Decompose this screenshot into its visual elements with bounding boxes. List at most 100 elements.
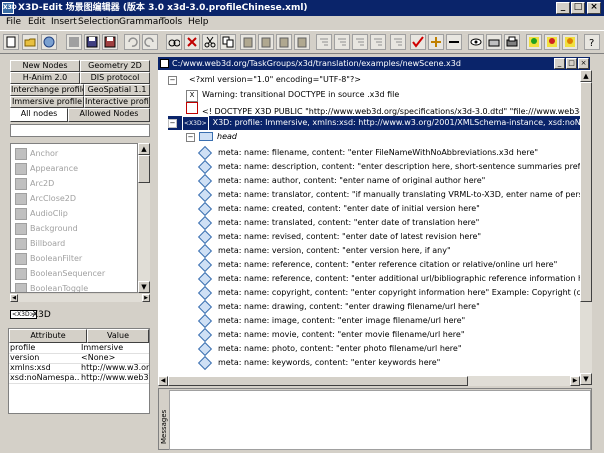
tree-node-meta[interactable]: meta: name: reference, content: "enter r…	[197, 257, 557, 272]
tree-node-meta[interactable]: meta: name: copyright, content: "enter c…	[197, 285, 580, 300]
scissors-icon[interactable]	[202, 34, 218, 50]
tab-all-nodes[interactable]: All nodes	[10, 108, 68, 122]
list-item[interactable]: ArcClose2D	[15, 192, 76, 206]
tree-node-meta[interactable]: meta: name: version, content: "enter ver…	[197, 243, 451, 258]
node-list-scrollbar[interactable]: ▲ ▼	[138, 143, 150, 293]
tree-node-meta[interactable]: meta: name: photo, content: "enter photo…	[197, 341, 462, 356]
tree-move-down-icon[interactable]	[370, 34, 386, 50]
validate-check-icon[interactable]	[410, 34, 426, 50]
scroll-up-icon[interactable]: ▲	[580, 70, 592, 82]
x3d-logo-icon[interactable]	[41, 34, 57, 50]
list-item[interactable]: Arc2D	[15, 177, 54, 191]
node-list-hscrollbar[interactable]: ◀ ▶	[10, 294, 150, 302]
tree-scrollbar[interactable]: ▲ ▼	[580, 70, 592, 385]
copy-icon[interactable]	[220, 34, 236, 50]
open-folder-icon[interactable]	[22, 34, 38, 50]
tree-node-meta[interactable]: meta: name: description, content: "enter…	[197, 159, 580, 174]
tree-indent-icon[interactable]	[390, 34, 406, 50]
tab-interactive-profile[interactable]: Interactive profile	[84, 96, 150, 108]
bulb-green-icon[interactable]	[526, 34, 542, 50]
scroll-thumb[interactable]	[168, 376, 468, 386]
close-button[interactable]: ×	[587, 2, 601, 14]
paste-after-icon[interactable]	[276, 34, 292, 50]
tree-node-meta[interactable]: meta: name: drawing, content: "enter dra…	[197, 299, 480, 314]
new-file-icon[interactable]	[3, 34, 19, 50]
scroll-down-icon[interactable]: ▼	[138, 281, 150, 293]
scroll-thumb[interactable]	[138, 155, 150, 183]
doc-close-button[interactable]: ×	[578, 58, 589, 69]
collapse-icon[interactable]: −	[186, 133, 195, 142]
doc-maximize-button[interactable]: □	[566, 58, 577, 69]
list-item[interactable]: Billboard	[15, 237, 65, 251]
tree-node-meta[interactable]: meta: name: image, content: "enter image…	[197, 313, 465, 328]
tab-interchange-profile[interactable]: Interchange profile	[10, 84, 84, 96]
view-eye-icon[interactable]	[468, 34, 484, 50]
tab-immersive-profile[interactable]: Immersive profile	[10, 96, 84, 108]
collapse-icon[interactable]: −	[168, 119, 177, 128]
disabled-icon[interactable]	[66, 34, 82, 50]
tab-geometry-2d[interactable]: Geometry 2D	[80, 60, 150, 72]
scene-tree[interactable]: − <?xml version="1.0" encoding="UTF-8"?> …	[158, 70, 580, 385]
scroll-right-icon[interactable]: ▶	[142, 294, 150, 302]
tree-node-meta[interactable]: meta: name: translated, content: "enter …	[197, 215, 479, 230]
menu-insert[interactable]: Insert	[51, 17, 77, 27]
tree-collapse-icon[interactable]	[334, 34, 350, 50]
menu-file[interactable]: File	[6, 17, 21, 27]
tab-h-anim[interactable]: H-Anim 2.0	[10, 72, 80, 84]
menu-help[interactable]: Help	[188, 17, 209, 27]
tree-node-meta[interactable]: meta: name: translator, content: "if man…	[197, 187, 580, 202]
scroll-left-icon[interactable]: ◀	[10, 294, 18, 302]
tree-node-meta[interactable]: meta: name: filename, content: "enter Fi…	[197, 145, 538, 160]
tab-allowed-nodes[interactable]: Allowed Nodes	[68, 108, 150, 122]
scroll-thumb[interactable]	[580, 82, 592, 302]
print-preview-icon[interactable]	[486, 34, 502, 50]
list-item[interactable]: BooleanToggle	[15, 282, 88, 292]
menu-tools[interactable]: Tools	[160, 17, 182, 27]
tree-node-meta[interactable]: meta: name: revised, content: "enter dat…	[197, 229, 481, 244]
help-icon[interactable]: ?	[584, 34, 600, 50]
save-all-icon[interactable]	[102, 34, 118, 50]
node-filter-input[interactable]	[10, 124, 150, 137]
tree-node-x3d[interactable]: − <X3D> X3D: profile: Immersive, xmlns:xsd…	[168, 116, 580, 132]
tree-node-head[interactable]: − head	[186, 130, 237, 144]
paste-into-icon[interactable]	[294, 34, 310, 50]
remove-minus-icon[interactable]	[446, 34, 462, 50]
list-item[interactable]: Appearance	[15, 162, 78, 176]
list-item[interactable]: Background	[15, 222, 78, 236]
tree-node-meta[interactable]: meta: name: created, content: "enter dat…	[197, 201, 480, 216]
minimize-button[interactable]: _	[556, 2, 570, 14]
maximize-button[interactable]: □	[571, 2, 585, 14]
tab-new-nodes[interactable]: New Nodes	[10, 60, 80, 72]
list-item[interactable]: BooleanSequencer	[15, 267, 105, 281]
bulb-red-icon[interactable]	[544, 34, 560, 50]
node-list[interactable]: Anchor Appearance Arc2D ArcClose2D Audio…	[10, 143, 138, 293]
print-icon[interactable]	[504, 34, 520, 50]
cut-icon[interactable]	[184, 34, 200, 50]
tree-node-meta[interactable]: meta: name: keywords, content: "enter ke…	[197, 355, 440, 370]
table-row[interactable]: xsd:noNamespa... http://www.web3d...	[9, 373, 149, 384]
doc-minimize-button[interactable]: _	[554, 58, 565, 69]
menu-grammar[interactable]: Grammar	[119, 17, 162, 27]
scroll-right-icon[interactable]: ▶	[570, 376, 580, 386]
add-plus-icon[interactable]	[428, 34, 444, 50]
find-icon[interactable]	[166, 34, 182, 50]
list-item[interactable]: Anchor	[15, 147, 58, 161]
redo-icon[interactable]	[142, 34, 158, 50]
paste-before-icon[interactable]	[258, 34, 274, 50]
bulb-yellow-icon[interactable]	[562, 34, 578, 50]
tree-node-meta[interactable]: meta: name: author, content: "enter name…	[197, 173, 485, 188]
save-icon[interactable]	[84, 34, 100, 50]
paste-icon[interactable]	[240, 34, 256, 50]
column-header-attribute[interactable]: Attribute	[9, 329, 87, 343]
menu-edit[interactable]: Edit	[28, 17, 45, 27]
tree-node-meta[interactable]: meta: name: movie, content: "enter movie…	[197, 327, 465, 342]
list-item[interactable]: BooleanFilter	[15, 252, 82, 266]
tree-expand-icon[interactable]	[316, 34, 332, 50]
undo-icon[interactable]	[124, 34, 140, 50]
collapse-icon[interactable]: −	[168, 76, 177, 85]
tree-move-up-icon[interactable]	[352, 34, 368, 50]
scroll-down-icon[interactable]: ▼	[580, 373, 592, 385]
tree-hscrollbar[interactable]: ◀ ▶	[158, 376, 580, 386]
menu-selection[interactable]: Selection	[78, 17, 119, 27]
tab-dis-protocol[interactable]: DIS protocol	[80, 72, 150, 84]
